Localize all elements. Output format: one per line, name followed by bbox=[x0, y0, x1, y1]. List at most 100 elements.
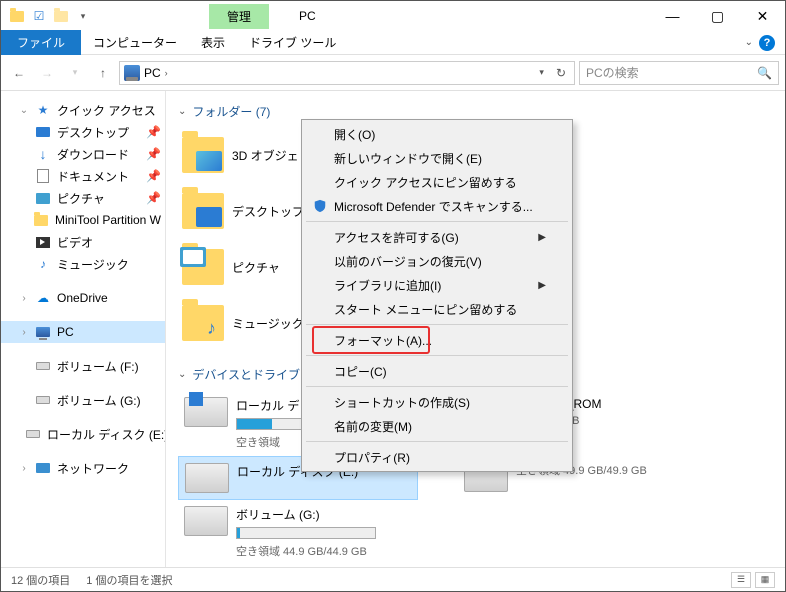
help-icon[interactable]: ? bbox=[759, 35, 775, 51]
chevron-down-icon[interactable]: ⌄ bbox=[178, 106, 186, 117]
search-box[interactable]: PCの検索 🔍 bbox=[579, 61, 779, 85]
menu-grant-access[interactable]: アクセスを許可する(G)▶ bbox=[304, 225, 570, 249]
sidebar-label: OneDrive bbox=[57, 291, 108, 305]
music-icon: ♪ bbox=[35, 256, 51, 272]
menu-properties[interactable]: プロパティ(R) bbox=[304, 445, 570, 469]
sidebar-videos[interactable]: ビデオ bbox=[1, 231, 165, 253]
sidebar-label: ボリューム (G:) bbox=[57, 392, 141, 409]
menu-create-shortcut[interactable]: ショートカットの作成(S) bbox=[304, 390, 570, 414]
status-bar: 12 個の項目 1 個の項目を選択 ☰ ▦ bbox=[1, 567, 785, 591]
pin-icon: 📌 bbox=[146, 125, 161, 139]
address-separator-icon[interactable]: › bbox=[165, 68, 168, 78]
large-icons-view-button[interactable]: ▦ bbox=[755, 572, 775, 588]
drive-icon bbox=[35, 358, 51, 374]
drive-label: ボリューム (G:) bbox=[236, 506, 376, 523]
file-tab[interactable]: ファイル bbox=[1, 30, 81, 55]
ribbon-help: ⌄ ? bbox=[745, 35, 785, 51]
drive-icon bbox=[35, 392, 51, 408]
drive-usage-bar bbox=[236, 527, 376, 539]
sidebar-label: ローカル ディスク (E:) bbox=[47, 426, 166, 443]
menu-open-new-window[interactable]: 新しいウィンドウで開く(E) bbox=[304, 146, 570, 170]
computer-tab[interactable]: コンピューター bbox=[81, 30, 189, 55]
sidebar-pictures[interactable]: ピクチャ📌 bbox=[1, 187, 165, 209]
new-folder-qat-icon[interactable] bbox=[51, 6, 71, 26]
sidebar-volume-g[interactable]: ボリューム (G:) bbox=[1, 389, 165, 411]
sidebar-network[interactable]: ›ネットワーク bbox=[1, 457, 165, 479]
up-button[interactable]: ↑ bbox=[91, 61, 115, 85]
submenu-arrow-icon: ▶ bbox=[538, 280, 546, 291]
drive-icon bbox=[185, 463, 229, 493]
drive-tools-tab[interactable]: ドライブ ツール bbox=[237, 30, 348, 55]
desktop-icon bbox=[35, 124, 51, 140]
chevron-right-icon[interactable]: › bbox=[19, 327, 29, 338]
cloud-icon: ☁ bbox=[35, 290, 51, 306]
sidebar-label: ボリューム (F:) bbox=[57, 358, 139, 375]
forward-button[interactable]: → bbox=[35, 61, 59, 85]
folder-icon bbox=[33, 212, 49, 228]
folder-label: 3D オブジェ bbox=[232, 147, 299, 164]
menu-pin-start[interactable]: スタート メニューにピン留めする bbox=[304, 297, 570, 321]
menu-rename[interactable]: 名前の変更(M) bbox=[304, 414, 570, 438]
drive-volume-g[interactable]: ボリューム (G:) 空き領域 44.9 GB/44.9 GB bbox=[178, 500, 418, 565]
sidebar-documents[interactable]: ドキュメント📌 bbox=[1, 165, 165, 187]
pin-icon: 📌 bbox=[146, 169, 161, 183]
chevron-right-icon[interactable]: › bbox=[19, 463, 29, 474]
chevron-down-icon[interactable]: ⌄ bbox=[178, 369, 186, 380]
star-icon: ★ bbox=[35, 102, 51, 118]
maximize-button[interactable]: ▢ bbox=[695, 2, 740, 30]
chevron-down-icon[interactable]: ⌄ bbox=[19, 105, 29, 116]
shield-icon bbox=[312, 198, 328, 214]
context-menu: 開く(O) 新しいウィンドウで開く(E) クイック アクセスにピン留めする Mi… bbox=[301, 119, 573, 472]
folder-label: デスクトップ bbox=[232, 203, 304, 220]
sidebar-onedrive[interactable]: › ☁ OneDrive bbox=[1, 287, 165, 309]
menu-add-library[interactable]: ライブラリに追加(I)▶ bbox=[304, 273, 570, 297]
sidebar-downloads[interactable]: ↓ ダウンロード 📌 bbox=[1, 143, 165, 165]
sidebar-pc[interactable]: ›PC bbox=[1, 321, 165, 343]
search-placeholder: PCの検索 bbox=[586, 64, 639, 81]
status-item-count: 12 個の項目 bbox=[11, 572, 70, 588]
video-icon bbox=[35, 234, 51, 250]
properties-qat-icon[interactable]: ☑ bbox=[29, 6, 49, 26]
status-selection-count: 1 個の項目を選択 bbox=[86, 572, 172, 588]
pin-icon: 📌 bbox=[146, 147, 161, 161]
sidebar-minitool[interactable]: MiniTool Partition W bbox=[1, 209, 165, 231]
close-button[interactable]: ✕ bbox=[740, 2, 785, 30]
ribbon-expand-icon[interactable]: ⌄ bbox=[745, 37, 753, 48]
menu-copy[interactable]: コピー(C) bbox=[304, 359, 570, 383]
sidebar-label: ダウンロード bbox=[57, 146, 129, 163]
sidebar-label: ミュージック bbox=[57, 256, 129, 273]
chevron-right-icon[interactable]: › bbox=[19, 293, 29, 304]
sidebar-desktop[interactable]: デスクトップ📌 bbox=[1, 121, 165, 143]
qat-dropdown-icon[interactable]: ▾ bbox=[73, 6, 93, 26]
sidebar-local-e[interactable]: ローカル ディスク (E:) bbox=[1, 423, 165, 445]
navigation-pane: ⌄★クイック アクセス デスクトップ📌 ↓ダウンロード📌 ドキュメント📌 ピクチ… bbox=[1, 91, 166, 569]
menu-pin-quick-access[interactable]: クイック アクセスにピン留めする bbox=[304, 170, 570, 194]
menu-restore-previous[interactable]: 以前のバージョンの復元(V) bbox=[304, 249, 570, 273]
menu-open[interactable]: 開く(O) bbox=[304, 122, 570, 146]
sidebar-music[interactable]: ♪ ミュージック bbox=[1, 253, 165, 275]
address-bar[interactable]: PC › ▾ ↻ bbox=[119, 61, 575, 85]
download-icon: ↓ bbox=[35, 146, 51, 162]
pc-icon bbox=[35, 324, 51, 340]
section-label: フォルダー (7) bbox=[192, 103, 270, 120]
details-view-button[interactable]: ☰ bbox=[731, 572, 751, 588]
menu-format[interactable]: フォーマット(A)... bbox=[304, 328, 570, 352]
menu-defender-scan[interactable]: Microsoft Defender でスキャンする... bbox=[304, 194, 570, 218]
app-icon bbox=[7, 6, 27, 26]
recent-dropdown-icon[interactable]: ▾ bbox=[63, 61, 87, 85]
sidebar-quick-access[interactable]: ⌄★クイック アクセス bbox=[1, 99, 165, 121]
manage-contextual-tab[interactable]: 管理 bbox=[209, 4, 269, 29]
back-button[interactable]: ← bbox=[7, 61, 31, 85]
view-tab[interactable]: 表示 bbox=[189, 30, 237, 55]
drive-icon bbox=[25, 426, 41, 442]
search-icon[interactable]: 🔍 bbox=[757, 66, 772, 80]
address-dropdown-icon[interactable]: ▾ bbox=[535, 67, 548, 78]
submenu-arrow-icon: ▶ bbox=[538, 232, 546, 243]
drive-subtext: 空き領域 44.9 GB/44.9 GB bbox=[236, 543, 376, 559]
menu-separator bbox=[306, 324, 568, 325]
sidebar-volume-f[interactable]: ボリューム (F:) bbox=[1, 355, 165, 377]
menu-separator bbox=[306, 386, 568, 387]
address-segment[interactable]: PC bbox=[144, 66, 161, 80]
minimize-button[interactable]: ― bbox=[650, 2, 695, 30]
refresh-button[interactable]: ↻ bbox=[552, 66, 570, 80]
